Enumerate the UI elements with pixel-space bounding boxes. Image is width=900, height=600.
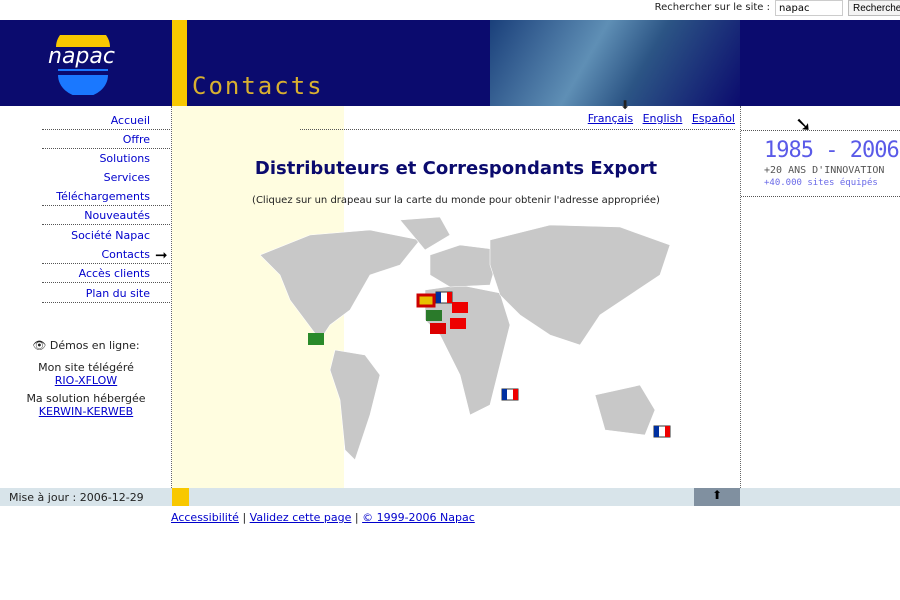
divider <box>740 106 741 506</box>
update-date: Mise à jour : 2006-12-29 <box>9 491 144 504</box>
nav-accueil[interactable]: Accueil <box>42 111 170 130</box>
search-button[interactable]: Recherche <box>848 0 900 16</box>
demo-item: Mon site télégéré RIO-XFLOW <box>0 361 172 387</box>
eye-icon: 👁 <box>32 339 47 352</box>
lang-es[interactable]: Español <box>692 112 735 125</box>
footer-links: Accessibilité | Validez cette page | © 1… <box>171 511 475 524</box>
south-america <box>329 349 381 461</box>
nav-offre[interactable]: Offre <box>42 130 170 149</box>
flag-mexico-icon[interactable] <box>308 333 324 345</box>
divider <box>741 196 900 197</box>
lang-en[interactable]: English <box>643 112 683 125</box>
page-title: Distributeurs et Correspondants Export <box>254 158 658 179</box>
search-input[interactable] <box>775 0 843 16</box>
demo-text: Ma solution hébergée <box>26 392 146 405</box>
link-copyright[interactable]: © 1999-2006 Napac <box>362 511 475 524</box>
logo-text: napac <box>48 44 115 69</box>
search-bar: Rechercher sur le site : Recherche <box>0 0 900 20</box>
promo-line1: +20 ANS D'INNOVATION <box>764 165 885 176</box>
demo-text: Mon site télégéré <box>38 361 134 374</box>
nav-plan[interactable]: Plan du site <box>42 284 170 303</box>
nav-acces-clients[interactable]: Accès clients <box>42 264 170 283</box>
flag-switzerland-icon[interactable] <box>452 302 468 313</box>
flag-portugal-icon[interactable] <box>426 310 442 321</box>
promo-years: 1985 - 2006 <box>764 138 900 163</box>
banner-title: Contacts <box>192 72 324 100</box>
demos-title-text: Démos en ligne: <box>49 339 140 352</box>
footer-accent <box>172 488 189 506</box>
europe <box>429 244 501 288</box>
nav-solutions[interactable]: Solutions <box>42 149 170 168</box>
nav-contacts[interactable]: Contacts <box>42 245 170 264</box>
divider <box>741 130 900 131</box>
promo-line2: +40.000 sites équipés <box>764 178 878 188</box>
north-america <box>259 229 421 341</box>
arrow-down-icon: ⬇ <box>620 98 631 112</box>
search-label: Rechercher sur le site : <box>654 2 770 13</box>
australia <box>594 384 656 436</box>
demo-link-rio-xflow[interactable]: RIO-XFLOW <box>55 374 117 387</box>
nav-telechargements[interactable]: Téléchargements <box>42 187 170 206</box>
banner-image <box>490 20 740 106</box>
banner <box>0 20 900 106</box>
world-map[interactable] <box>250 215 700 475</box>
nav-societe[interactable]: Société Napac <box>42 226 170 245</box>
demo-link-kerwin[interactable]: KERWIN-KERWEB <box>39 405 133 418</box>
link-accessibilite[interactable]: Accessibilité <box>171 511 239 524</box>
page-subtitle: (Cliquez sur un drapeau sur la carte du … <box>252 195 660 206</box>
arrow-icon: ➘ <box>795 112 812 136</box>
link-validez[interactable]: Validez cette page <box>250 511 352 524</box>
back-to-top-icon[interactable]: ⬆ <box>694 488 740 506</box>
flag-tunisia-icon[interactable] <box>450 318 466 329</box>
asia <box>489 224 671 346</box>
flag-spain-icon[interactable] <box>416 293 436 308</box>
arrow-right-icon: ➞ <box>155 246 168 264</box>
demos-title: 👁 Démos en ligne: <box>0 339 172 352</box>
lang-fr[interactable]: Français <box>588 112 633 125</box>
nav-services[interactable]: Services <box>42 168 170 187</box>
demo-item: Ma solution hébergée KERWIN-KERWEB <box>0 392 172 418</box>
language-selector: Français English Español <box>300 112 735 130</box>
nav-nouveautes[interactable]: Nouveautés <box>42 206 170 225</box>
sidebar: Accueil Offre Solutions Services Télécha… <box>0 106 172 488</box>
flag-morocco-icon[interactable] <box>430 323 446 334</box>
accent-bar <box>172 20 187 106</box>
